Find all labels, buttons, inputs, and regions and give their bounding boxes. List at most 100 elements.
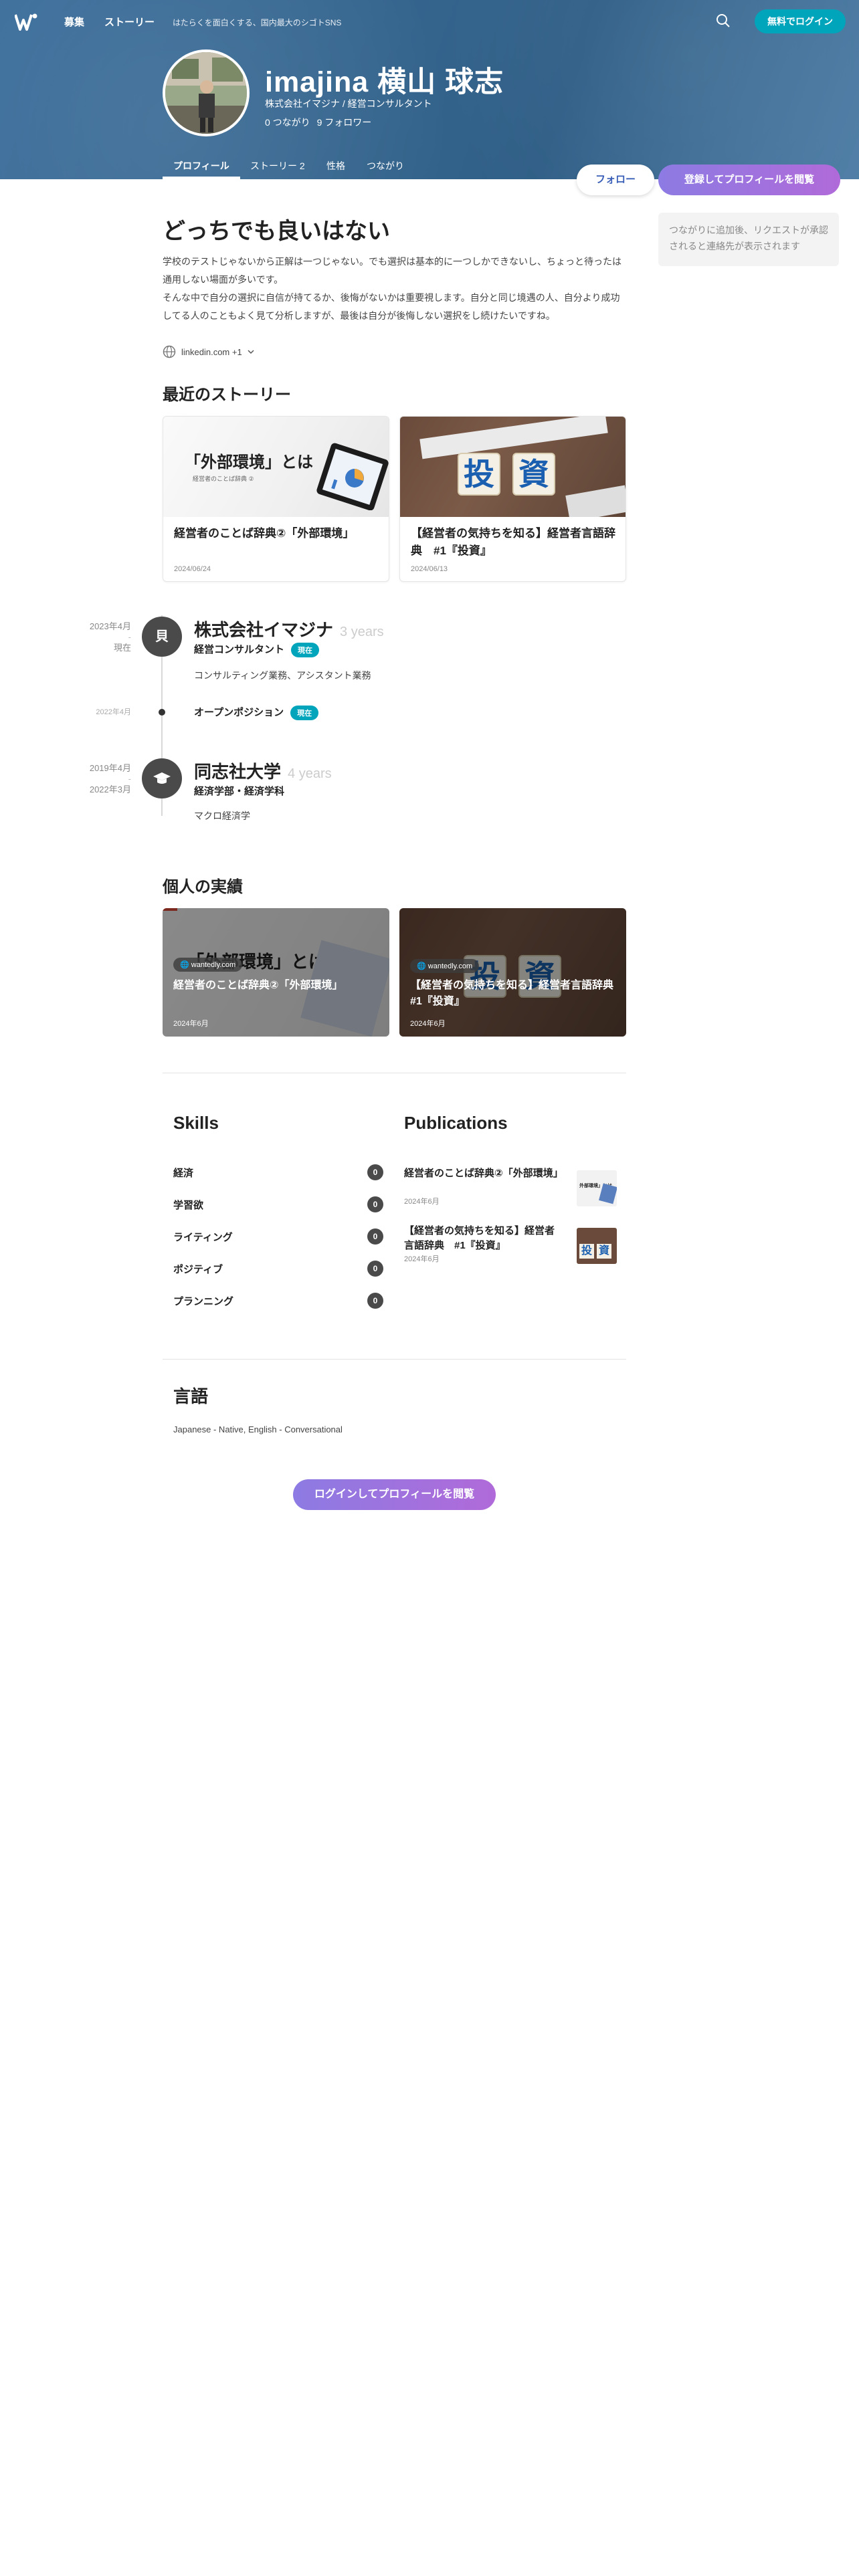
nav-tagline: はたらくを面白くする、国内最大のシゴトSNS [173,18,342,27]
story-date: 2024/06/24 [174,565,211,573]
timeline-date: 2022年4月 [96,708,131,716]
divider [163,1359,626,1360]
story-thumbnail: 「外部環境」とは 経営者のことば辞典 ② [163,417,389,517]
external-links[interactable]: linkedin.com +1 [163,345,254,358]
source-badge: 🌐 wantedly.com [173,958,243,972]
timeline-desc: マクロ経済学 [194,811,250,821]
active-tab-indicator [163,177,240,179]
publication-thumbnail: 外部環境」とは [577,1170,617,1206]
timeline-desc: コンサルティング業務、アシスタント業務 [194,670,371,681]
story-card[interactable]: 投 資 【経営者の気持ちを知る】経営者言語辞典 #1『投資』 2024/06/1… [399,416,626,582]
graduation-cap-shape [153,772,171,784]
skill-row[interactable]: 学習欲 0 [173,1196,383,1213]
intro-heading: どっちでも良いはない [163,219,390,244]
skill-row[interactable]: 経済 0 [173,1164,383,1181]
tab-connections[interactable]: つながり [367,159,404,173]
skill-row[interactable]: ライティング 0 [173,1228,383,1245]
achievement-title[interactable]: 経営者のことば辞典②「外部環境」 [173,978,378,994]
story-title[interactable]: 【経営者の気持ちを知る】経営者言語辞典 #1『投資』 [411,525,615,560]
profile-connections: 0 つながり 9 フォロワー [265,116,371,129]
skill-count: 0 [367,1261,383,1277]
tab-personality[interactable]: 性格 [326,159,345,173]
story-title[interactable]: 経営者のことば辞典②「外部環境」 [174,525,379,542]
chevron-down-icon[interactable] [248,349,254,354]
stories-heading: 最近のストーリー [163,386,291,404]
achievements-heading: 個人の実績 [163,878,243,896]
timeline-org[interactable]: 株式会社イマジナ 3 years [194,617,384,641]
source-badge: 🌐 wantedly.com [410,959,480,973]
timeline-date: 2019年4月 - 2022年3月 [67,760,131,798]
signup-view-profile-button[interactable]: 登録してプロフィールを閲覧 [658,165,840,195]
publication-item[interactable]: 【経営者の気持ちを知る】経営者言語辞典 #1『投資』 2024年6月 投 資 [404,1224,618,1264]
nav-stories[interactable]: ストーリー [104,15,155,29]
timeline-end: 現在 [113,643,131,653]
role-label: 経営コンサルタント [194,644,285,655]
nav-recruit[interactable]: 募集 [64,15,84,29]
thumb-kanji: 資 [512,453,555,496]
publication-date: 2024年6月 [404,1255,440,1263]
publications-heading: Publications [404,1113,508,1133]
profile-title: 株式会社イマジナ / 経営コンサルタント [265,98,432,109]
achievement-title[interactable]: 【経営者の気持ちを知る】経営者言語辞典 #1『投資』 [410,978,624,1010]
tab-stories[interactable]: ストーリー 2 [250,159,305,173]
role-label: オープンポジション [194,707,284,718]
achievement-date: 2024年6月 [410,1020,446,1028]
tablet-chart-image [316,443,389,510]
timeline-start: 2023年4月 [89,621,131,631]
followers-count[interactable]: 9 フォロワー [317,117,372,128]
graduation-cap-icon [142,758,182,798]
timeline-role: 経済学部・経済学科 [194,786,285,797]
org-duration: 4 years [288,766,332,781]
intro-line-2: そんな中で自分の選択に自信が持てるか、後悔がないかは重要視します。自分と同じ境遇… [163,292,620,321]
login-view-profile-button[interactable]: ログインしてプロフィールを閲覧 [293,1479,496,1510]
timeline-role: 経営コンサルタント 現在 [194,642,320,658]
thumb-kanji: 投 [458,453,500,496]
connections-count[interactable]: 0 つながり [265,117,310,128]
wantedly-logo-icon[interactable] [15,12,37,32]
publication-item[interactable]: 経営者のことば辞典②「外部環境」 2024年6月 外部環境」とは [404,1166,618,1206]
skill-count: 0 [367,1164,383,1180]
story-date: 2024/06/13 [411,565,448,573]
thumb-subtitle: 経営者のことば辞典 ② [193,475,254,482]
search-icon[interactable] [714,12,732,29]
skill-label: ポジティブ [173,1263,223,1275]
timeline-role: オープンポジション 現在 [194,705,319,721]
timeline-org[interactable]: 同志社大学 4 years [194,758,332,783]
building-icon: 貝 [142,617,182,657]
skill-label: 経済 [173,1167,194,1179]
pub-thumb-kanji: 投 [579,1244,594,1259]
timeline-end: 2022年3月 [89,784,131,794]
tab-profile[interactable]: プロフィール [173,159,229,173]
story-card[interactable]: 「外部環境」とは 経営者のことば辞典 ② 経営者のことば辞典②「外部環境」 20… [163,416,389,582]
profile-header: 募集 ストーリー はたらくを面白くする、国内最大のシゴトSNS 無料でログイン … [0,0,859,179]
intro-body: 学校のテストじゃないから正解は一つじゃない。でも選択は基本的に一つしかできないし… [163,253,626,325]
skill-row[interactable]: ポジティブ 0 [173,1260,383,1277]
timeline-dot [159,709,165,716]
achievement-date: 2024年6月 [173,1020,209,1028]
external-link-text[interactable]: linkedin.com +1 [181,347,242,357]
skill-label: 学習欲 [173,1199,204,1211]
publication-title[interactable]: 経営者のことば辞典②「外部環境」 [404,1166,563,1181]
achievement-card[interactable]: 「外部環境」とは 🌐 wantedly.com 経営者のことば辞典②「外部環境」… [163,908,389,1037]
languages-text: Japanese - Native, English - Conversatio… [173,1424,343,1434]
status-badge: 現在 [291,643,320,658]
org-name[interactable]: 同志社大学 [194,762,281,782]
story-thumbnail: 投 資 [400,417,626,517]
languages-heading: 言語 [173,1386,209,1406]
achievement-card[interactable]: 投 資 🌐 wantedly.com 【経営者の気持ちを知る】経営者言語辞典 #… [399,908,626,1037]
pub-thumb-kanji: 資 [597,1244,611,1259]
org-duration: 3 years [340,625,384,639]
timeline-start: 2019年4月 [89,763,131,773]
publication-title[interactable]: 【経営者の気持ちを知る】経営者言語辞典 #1『投資』 [404,1224,562,1253]
status-badge: 現在 [290,706,319,721]
follow-button[interactable]: フォロー [577,165,654,195]
skill-row[interactable]: プランニング 0 [173,1292,383,1309]
org-name[interactable]: 株式会社イマジナ [194,620,333,640]
skill-label: プランニング [173,1295,234,1307]
skill-count: 0 [367,1228,383,1245]
skill-count: 0 [367,1196,383,1212]
avatar-photo [165,52,247,134]
skill-label: ライティング [173,1231,233,1243]
login-button[interactable]: 無料でログイン [755,9,846,33]
profile-name: imajina 横山 球志 [265,66,504,98]
